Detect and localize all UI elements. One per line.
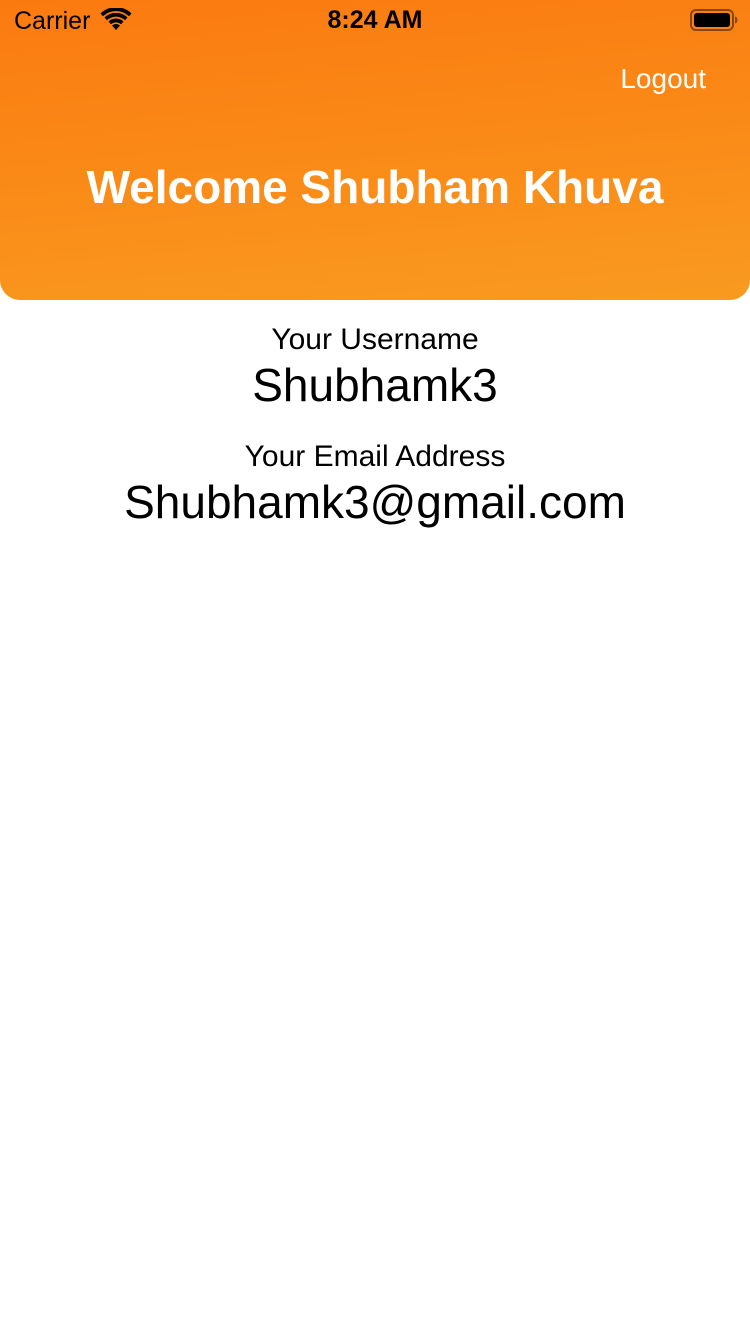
username-value: Shubhamk3 [252,359,498,411]
username-label: Your Username [271,323,479,356]
header: Carrier 8:24 AM Logout Welcome Shubham K… [0,0,750,300]
email-label: Your Email Address [244,440,506,473]
logout-button[interactable]: Logout [620,62,706,96]
email-value: Shubhamk3@gmail.com [124,476,626,528]
status-bar: Carrier 8:24 AM [0,0,750,40]
battery-icon [690,9,738,31]
status-time: 8:24 AM [327,6,423,34]
email-section: Your Email Address Shubhamk3@gmail.com [0,439,750,529]
profile-screen: Carrier 8:24 AM Logout Welcome Shubham K… [0,0,750,1334]
username-section: Your Username Shubhamk3 [0,322,750,412]
welcome-title: Welcome Shubham Khuva [86,161,664,213]
